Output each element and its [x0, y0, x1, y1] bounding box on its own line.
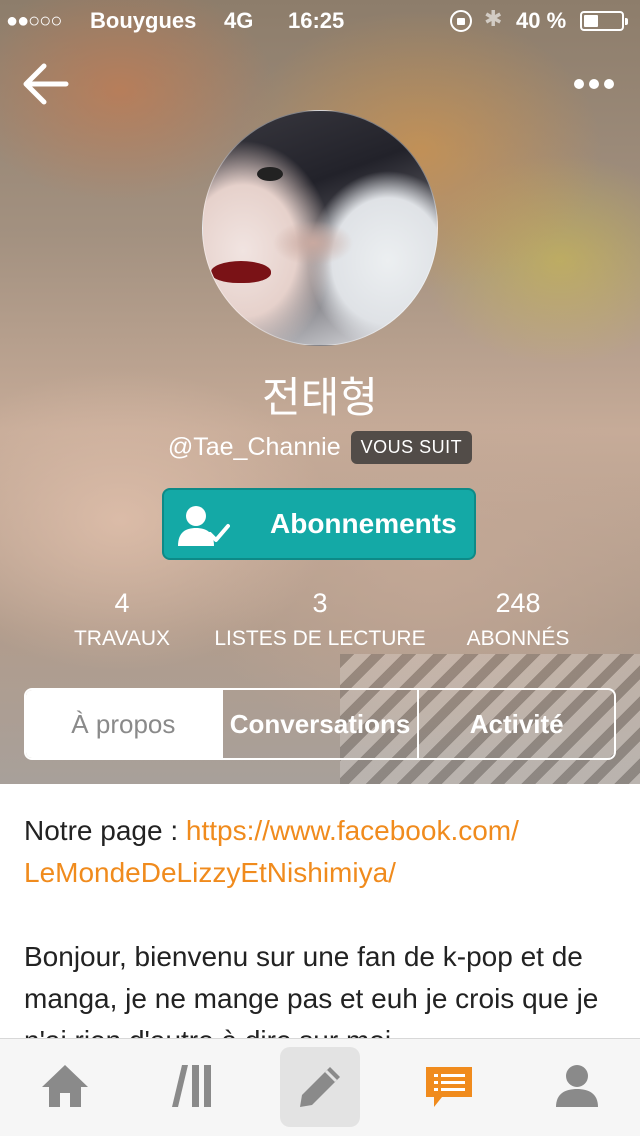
- clock: 16:25: [288, 8, 345, 33]
- stat-value: 3: [312, 588, 328, 618]
- avatar-detail: [211, 261, 271, 283]
- tab-about[interactable]: À propos: [26, 690, 221, 758]
- tab-write[interactable]: [280, 1047, 360, 1127]
- avatar: [202, 110, 438, 346]
- stat-followers[interactable]: 248 ABONNÉS: [408, 588, 628, 651]
- tab-conversations[interactable]: Conversations: [220, 690, 418, 758]
- tab-library[interactable]: [152, 1047, 232, 1127]
- tab-profile[interactable]: [536, 1047, 616, 1127]
- stat-label: ABONNÉS: [466, 627, 570, 650]
- profile-display-name: 전태형: [262, 373, 378, 422]
- rotation-lock-icon: [450, 10, 472, 32]
- more-options-icon[interactable]: [572, 74, 616, 94]
- stat-label: LISTES DE LECTURE: [214, 627, 426, 650]
- home-icon: [42, 1065, 88, 1107]
- stat-label: TRAVAUX: [73, 627, 171, 650]
- about-section: Notre page : https://www.facebook.com/ L…: [0, 784, 640, 1038]
- handle-row: @Tae_Channie VOUS SUIT: [0, 428, 640, 466]
- bluetooth-icon: ✱: [484, 6, 503, 31]
- profile-icon: [556, 1065, 598, 1107]
- back-arrow-icon[interactable]: [22, 62, 70, 106]
- avatar-detail: [257, 167, 283, 181]
- page-link-prefix: Notre page :: [24, 815, 186, 846]
- tab-home[interactable]: [24, 1047, 104, 1127]
- profile-tabs: À propos Conversations Activité: [24, 688, 616, 760]
- follows-you-badge: VOUS SUIT: [350, 430, 473, 464]
- carrier-name: Bouygues: [90, 8, 197, 33]
- following-button-label: Abonnements: [270, 508, 457, 539]
- about-text: Notre page : https://www.facebook.com/ L…: [24, 810, 616, 1038]
- messages-icon: [426, 1067, 472, 1107]
- tab-activity[interactable]: Activité: [417, 690, 614, 758]
- user-check-icon: [178, 506, 230, 546]
- battery-percentage: 40 %: [516, 8, 567, 33]
- status-bar: ●●○○○ Bouygues 4G 16:25 ✱ 40 %: [0, 0, 640, 40]
- bottom-tab-bar: [0, 1038, 640, 1136]
- stat-reading-lists[interactable]: 3 LISTES DE LECTURE: [210, 588, 430, 651]
- library-icon: [172, 1065, 211, 1107]
- write-icon: [300, 1067, 340, 1107]
- page-link-paragraph: Notre page : https://www.facebook.com/ L…: [24, 810, 616, 894]
- stat-value: 248: [495, 588, 541, 618]
- stat-works[interactable]: 4 TRAVAUX: [12, 588, 232, 651]
- bio-paragraph: Bonjour, bienvenu sur une fan de k-pop e…: [24, 941, 599, 1038]
- battery-icon: [580, 11, 628, 31]
- following-button[interactable]: Abonnements: [162, 488, 476, 560]
- stat-value: 4: [114, 588, 130, 618]
- tab-messages[interactable]: [408, 1047, 488, 1127]
- profile-stats: 4 TRAVAUX 3 LISTES DE LECTURE 248 ABONNÉ…: [0, 588, 640, 668]
- network-type: 4G: [224, 8, 254, 33]
- battery-level: [584, 15, 598, 27]
- profile-handle: @Tae_Channie: [167, 432, 341, 461]
- signal-strength: ●●○○○: [6, 10, 62, 32]
